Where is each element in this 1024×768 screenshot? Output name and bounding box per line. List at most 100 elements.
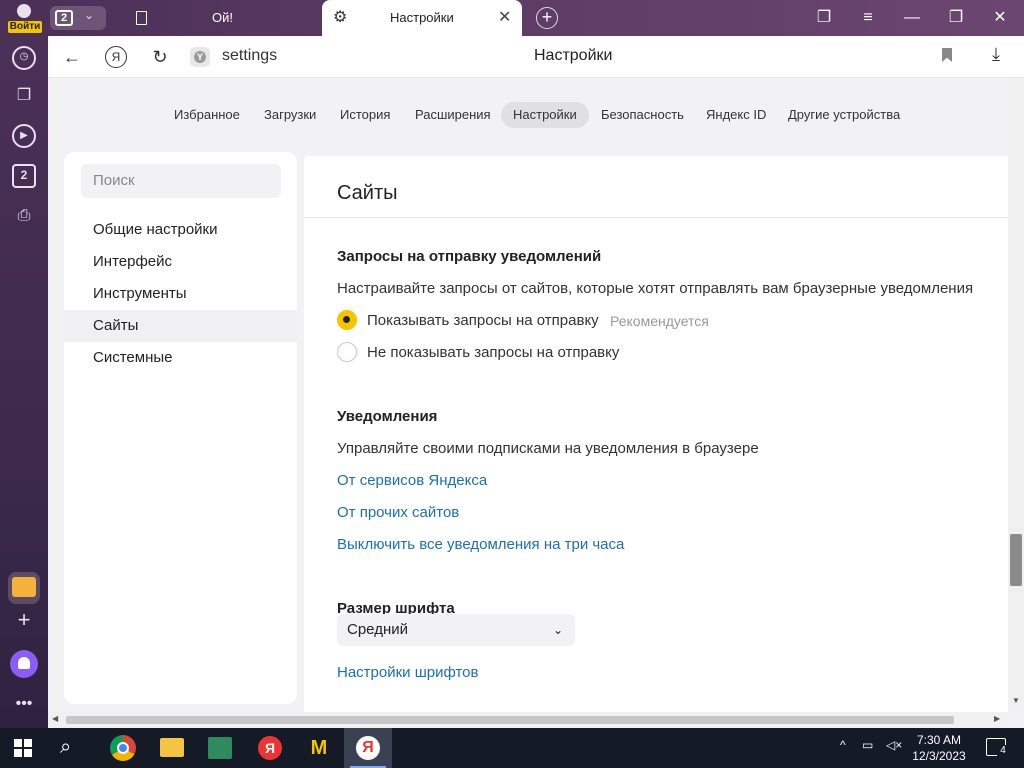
- browser-side-panel: ◷ ❐ ▶ 2 ⎙ + •••: [0, 36, 48, 728]
- chevron-up-icon[interactable]: ^: [840, 738, 846, 752]
- tab-yandex-id[interactable]: Яндекс ID: [694, 102, 778, 128]
- collections-icon[interactable]: ❐: [12, 84, 36, 108]
- yandex-browser-icon[interactable]: Я: [344, 728, 392, 768]
- section-title: Сайты: [337, 182, 398, 204]
- link-font-settings[interactable]: Настройки шрифтов: [337, 664, 479, 681]
- chevron-down-icon: ⌄: [84, 8, 95, 22]
- tab-extensions[interactable]: Расширения: [403, 102, 503, 128]
- mail-icon[interactable]: [8, 572, 40, 604]
- vertical-scrollbar[interactable]: ▼: [1008, 78, 1024, 712]
- radio-hide-requests[interactable]: [337, 342, 357, 362]
- tab-title: Ой!: [212, 10, 233, 25]
- tab-other-devices[interactable]: Другие устройства: [776, 102, 912, 128]
- address-bar[interactable]: settings: [222, 47, 277, 65]
- settings-main-panel: Сайты Запросы на отправку уведомлений На…: [304, 152, 1008, 712]
- chrome-icon[interactable]: [110, 735, 136, 761]
- notifications-description: Управляйте своими подписками на уведомле…: [337, 440, 759, 457]
- search-icon[interactable]: ⌕: [60, 736, 88, 764]
- login-button[interactable]: Войти: [6, 2, 42, 34]
- font-size-select[interactable]: Средний ⌄: [337, 614, 575, 646]
- tab-count: 2: [55, 10, 73, 26]
- sidebar-item-system[interactable]: Системные: [64, 342, 297, 374]
- tab-count-button[interactable]: 2 ⌄: [50, 6, 106, 30]
- yandex-market-icon[interactable]: M: [306, 736, 332, 760]
- scrollbar-thumb[interactable]: [66, 716, 954, 724]
- tab-settings[interactable]: Настройки: [501, 102, 589, 128]
- sidebar-item-sites[interactable]: Сайты: [64, 310, 297, 342]
- sidebar-item-general[interactable]: Общие настройки: [64, 214, 297, 246]
- tab-downloads[interactable]: Загрузки: [252, 102, 328, 128]
- tab-security[interactable]: Безопасность: [589, 102, 696, 128]
- notification-center-icon[interactable]: 4: [986, 738, 1009, 757]
- clock-time: 7:30 AM: [916, 733, 962, 747]
- scroll-left-icon[interactable]: ◀: [52, 714, 58, 723]
- scrollbar-thumb[interactable]: [1010, 534, 1022, 586]
- plus-icon: +: [541, 7, 553, 27]
- tab-groups-icon[interactable]: 2: [12, 164, 36, 188]
- volume-muted-icon[interactable]: ◁×: [886, 738, 902, 752]
- link-yandex-services[interactable]: От сервисов Яндекса: [337, 472, 487, 489]
- plus-icon[interactable]: +: [12, 608, 36, 632]
- scroll-down-icon[interactable]: ▼: [1012, 696, 1020, 705]
- settings-sidebar: Поиск Общие настройки Интерфейс Инструме…: [64, 152, 297, 704]
- divider: [304, 217, 1008, 218]
- sidebar-item-tools[interactable]: Инструменты: [64, 278, 297, 310]
- chevron-down-icon: ⌄: [552, 623, 563, 637]
- login-label: Войти: [8, 21, 42, 33]
- store-icon[interactable]: [208, 737, 232, 759]
- clock-date: 12/3/2023: [912, 749, 966, 763]
- settings-top-nav: Избранное Загрузки История Расширения На…: [48, 102, 1008, 130]
- recommended-note: Рекомендуется: [610, 313, 709, 329]
- browser-titlebar: Войти 2 ⌄ Ой! ⚙ Настройки ✕ + ❐ ≡ — ❐ ✕: [0, 0, 1024, 36]
- close-window-icon[interactable]: ✕: [978, 0, 1022, 36]
- collections-icon[interactable]: ❐: [802, 0, 846, 36]
- scroll-right-icon[interactable]: ▶: [994, 714, 1000, 723]
- browser-viewport: ← Я ↻ Y settings Настройки ⤓ Избранное З…: [48, 36, 1024, 728]
- yandex-button[interactable]: Я: [105, 46, 127, 68]
- document-icon: [136, 11, 147, 25]
- radio-show-requests[interactable]: [337, 310, 357, 330]
- more-icon[interactable]: •••: [12, 692, 36, 716]
- download-icon[interactable]: ⤓: [992, 44, 1000, 65]
- yandex-icon[interactable]: Я: [258, 736, 282, 760]
- link-mute-three-hours[interactable]: Выключить все уведомления на три часа: [337, 536, 624, 553]
- windows-start-icon[interactable]: [14, 739, 32, 757]
- tab-settings[interactable]: ⚙ Настройки ✕: [322, 0, 522, 36]
- search-input[interactable]: Поиск: [81, 164, 281, 198]
- settings-page: Избранное Загрузки История Расширения На…: [48, 78, 1008, 712]
- notif-requests-heading: Запросы на отправку уведомлений: [337, 248, 602, 265]
- bookmark-icon[interactable]: [942, 48, 952, 62]
- navigation-bar: ← Я ↻ Y settings Настройки ⤓: [48, 36, 1024, 78]
- link-other-sites[interactable]: От прочих сайтов: [337, 504, 459, 521]
- screenshot-icon[interactable]: ⎙: [12, 204, 36, 228]
- radio-hide-requests-label[interactable]: Не показывать запросы на отправку: [367, 344, 619, 361]
- system-clock[interactable]: 7:30 AM 12/3/2023: [904, 732, 974, 764]
- close-icon[interactable]: ✕: [498, 0, 511, 36]
- reload-icon[interactable]: ↻: [148, 45, 172, 69]
- site-info-icon[interactable]: Y: [190, 47, 210, 67]
- tab-favorites[interactable]: Избранное: [162, 102, 252, 128]
- tab-title: Настройки: [390, 10, 454, 25]
- notification-count: 4: [997, 745, 1009, 757]
- play-icon[interactable]: ▶: [12, 124, 36, 148]
- notif-requests-description: Настраивайте запросы от сайтов, которые …: [337, 280, 974, 297]
- alice-icon[interactable]: [10, 650, 38, 678]
- notifications-heading: Уведомления: [337, 408, 438, 425]
- minimize-icon[interactable]: —: [890, 0, 934, 36]
- back-arrow-icon[interactable]: ←: [60, 45, 84, 69]
- network-icon[interactable]: ▭: [862, 738, 873, 752]
- history-icon[interactable]: ◷: [12, 46, 36, 70]
- user-icon: [17, 4, 31, 18]
- radio-show-requests-label[interactable]: Показывать запросы на отправку: [367, 312, 599, 329]
- font-size-value: Средний: [347, 621, 408, 638]
- sidebar-item-interface[interactable]: Интерфейс: [64, 246, 297, 278]
- restore-icon[interactable]: ❐: [934, 0, 978, 36]
- windows-taskbar: ⌕ Я M Я ^ ▭ ◁× 7:30 AM 12/3/2023 4: [0, 728, 1024, 768]
- file-explorer-icon[interactable]: [160, 738, 184, 757]
- menu-icon[interactable]: ≡: [846, 0, 890, 36]
- tab-oi[interactable]: Ой!: [120, 0, 320, 36]
- horizontal-scrollbar[interactable]: ◀ ▶: [48, 712, 1008, 728]
- new-tab-button[interactable]: +: [536, 7, 558, 29]
- tab-history[interactable]: История: [328, 102, 402, 128]
- page-title: Настройки: [534, 47, 613, 64]
